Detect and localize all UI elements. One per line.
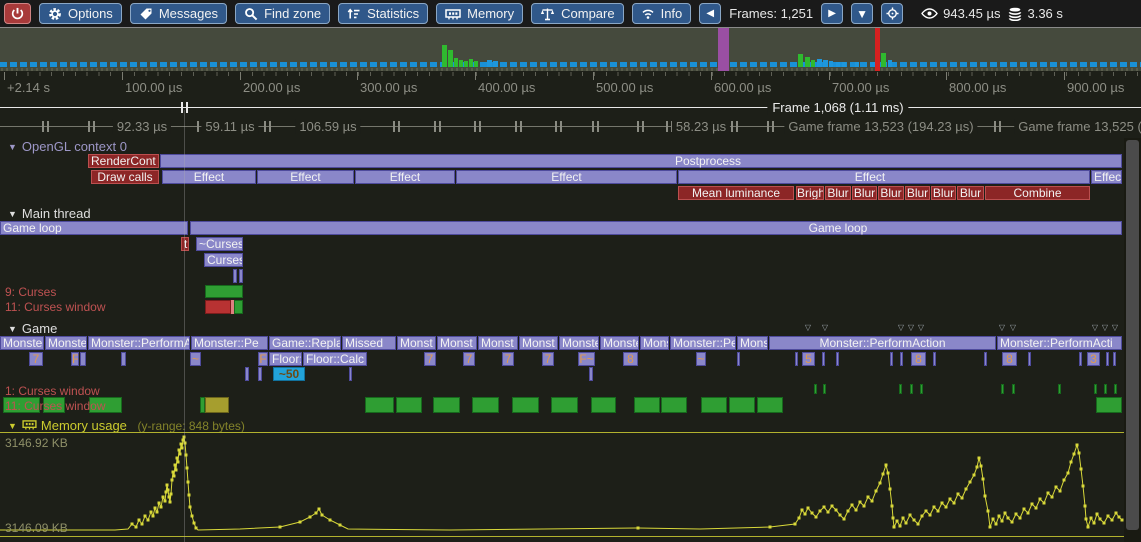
plot-bar[interactable] — [634, 397, 660, 413]
plot-bar[interactable] — [472, 397, 499, 413]
plot-bar[interactable] — [1104, 384, 1107, 394]
plot-label-11-curses-window-2: 11: Curses window — [5, 399, 106, 413]
plot-bar[interactable] — [661, 397, 687, 413]
plot-bar[interactable] — [757, 397, 783, 413]
message-marker-icon[interactable]: ▽ — [1092, 323, 1098, 332]
plot-bar[interactable] — [1058, 384, 1061, 394]
message-marker-icon[interactable]: ▽ — [822, 323, 828, 332]
plot-bar[interactable] — [205, 397, 229, 413]
plot-bar[interactable] — [1114, 384, 1117, 394]
plot-bar[interactable] — [205, 300, 231, 314]
plot-bar[interactable] — [701, 397, 727, 413]
tracy-profiler-window: Options Messages Find zone Statistics Me… — [0, 0, 1141, 542]
plot-bar[interactable] — [1001, 384, 1004, 394]
plot-bar[interactable] — [1094, 384, 1097, 394]
plot-bar[interactable] — [234, 300, 243, 314]
plot-bar[interactable] — [512, 397, 539, 413]
message-marker-icon[interactable]: ▽ — [898, 323, 904, 332]
frame-boundary-vline — [184, 110, 185, 542]
message-marker-icon[interactable]: ▽ — [999, 323, 1005, 332]
plot-bar[interactable] — [814, 384, 817, 394]
message-marker-icon[interactable]: ▽ — [1010, 323, 1016, 332]
memory-min-label: 3146.09 KB — [5, 521, 68, 535]
message-marker-icon[interactable]: ▽ — [1112, 323, 1118, 332]
message-marker-icon[interactable]: ▽ — [805, 323, 811, 332]
memory-usage-line — [0, 0, 1141, 542]
plot-bar[interactable] — [1012, 384, 1015, 394]
plot-bar[interactable] — [729, 397, 755, 413]
plot-bar[interactable] — [433, 397, 460, 413]
plot-bar[interactable] — [910, 384, 913, 394]
scrollbar-thumb[interactable] — [1126, 140, 1139, 530]
memory-max-label: 3146.92 KB — [5, 436, 68, 450]
plot-bar[interactable] — [591, 397, 616, 413]
message-marker-icon[interactable]: ▽ — [1102, 323, 1108, 332]
plot-bar[interactable] — [1096, 397, 1122, 413]
message-marker-icon[interactable]: ▽ — [918, 323, 924, 332]
plot-bar[interactable] — [365, 397, 394, 413]
plot-bar[interactable] — [551, 397, 578, 413]
plot-bar[interactable] — [899, 384, 902, 394]
plot-bar[interactable] — [920, 384, 923, 394]
plot-bar[interactable] — [823, 384, 826, 394]
plot-bar[interactable] — [205, 285, 243, 298]
scrollbar-track[interactable] — [1124, 138, 1141, 542]
plot-bar[interactable] — [396, 397, 422, 413]
message-marker-icon[interactable]: ▽ — [908, 323, 914, 332]
